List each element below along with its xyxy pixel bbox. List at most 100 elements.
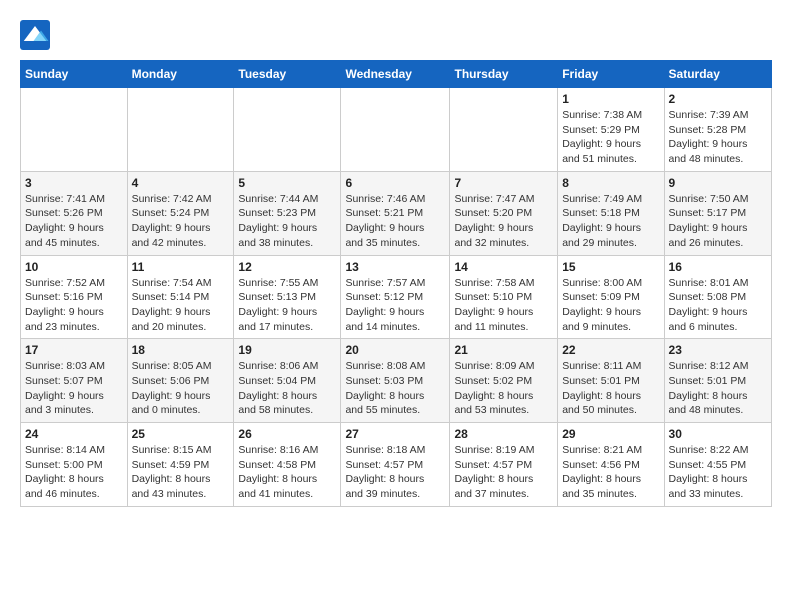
day-number: 19: [238, 343, 336, 357]
day-number: 8: [562, 176, 659, 190]
day-number: 28: [454, 427, 553, 441]
day-number: 20: [345, 343, 445, 357]
calendar-cell: 15 Sunrise: 8:00 AM Sunset: 5:09 PM Dayli…: [558, 255, 664, 339]
day-number: 16: [669, 260, 767, 274]
column-header-wednesday: Wednesday: [341, 61, 450, 88]
calendar-cell: [234, 88, 341, 172]
day-number: 4: [132, 176, 230, 190]
day-info: Sunrise: 8:08 AM Sunset: 5:03 PM Dayligh…: [345, 359, 445, 418]
day-info: Sunrise: 8:11 AM Sunset: 5:01 PM Dayligh…: [562, 359, 659, 418]
calendar-cell: [341, 88, 450, 172]
column-header-monday: Monday: [127, 61, 234, 88]
day-info: Sunrise: 8:18 AM Sunset: 4:57 PM Dayligh…: [345, 443, 445, 502]
column-header-saturday: Saturday: [664, 61, 771, 88]
day-info: Sunrise: 7:41 AM Sunset: 5:26 PM Dayligh…: [25, 192, 123, 251]
page-header: [20, 20, 772, 50]
calendar-cell: 14Sunrise: 7:58 AM Sunset: 5:10 PM Dayli…: [450, 255, 558, 339]
day-number: 9: [669, 176, 767, 190]
calendar-cell: 12 Sunrise: 7:55 AM Sunset: 5:13 PM Dayli…: [234, 255, 341, 339]
day-info: Sunrise: 7:47 AM Sunset: 5:20 PM Dayligh…: [454, 192, 553, 251]
calendar-cell: 19 Sunrise: 8:06 AM Sunset: 5:04 PM Dayli…: [234, 339, 341, 423]
column-header-thursday: Thursday: [450, 61, 558, 88]
day-info: Sunrise: 7:50 AM Sunset: 5:17 PM Dayligh…: [669, 192, 767, 251]
day-info: Sunrise: 7:54 AM Sunset: 5:14 PM Dayligh…: [132, 276, 230, 335]
day-number: 1: [562, 92, 659, 106]
calendar-cell: 22 Sunrise: 8:11 AM Sunset: 5:01 PM Dayli…: [558, 339, 664, 423]
calendar-cell: 30 Sunrise: 8:22 AM Sunset: 4:55 PM Dayli…: [664, 423, 771, 507]
calendar-cell: 5 Sunrise: 7:44 AM Sunset: 5:23 PM Daylig…: [234, 171, 341, 255]
calendar-cell: [21, 88, 128, 172]
day-number: 2: [669, 92, 767, 106]
day-info: Sunrise: 8:06 AM Sunset: 5:04 PM Dayligh…: [238, 359, 336, 418]
column-header-friday: Friday: [558, 61, 664, 88]
calendar-cell: 24Sunrise: 8:14 AM Sunset: 5:00 PM Dayli…: [21, 423, 128, 507]
day-number: 30: [669, 427, 767, 441]
calendar-cell: 6 Sunrise: 7:46 AM Sunset: 5:21 PM Daylig…: [341, 171, 450, 255]
day-info: Sunrise: 8:03 AM Sunset: 5:07 PM Dayligh…: [25, 359, 123, 418]
day-info: Sunrise: 7:55 AM Sunset: 5:13 PM Dayligh…: [238, 276, 336, 335]
column-header-tuesday: Tuesday: [234, 61, 341, 88]
day-number: 27: [345, 427, 445, 441]
calendar-cell: 20 Sunrise: 8:08 AM Sunset: 5:03 PM Dayli…: [341, 339, 450, 423]
logo-icon: [20, 20, 50, 50]
day-number: 17: [25, 343, 123, 357]
calendar-cell: 18 Sunrise: 8:05 AM Sunset: 5:06 PM Dayli…: [127, 339, 234, 423]
day-number: 15: [562, 260, 659, 274]
day-number: 14: [454, 260, 553, 274]
day-number: 26: [238, 427, 336, 441]
day-info: Sunrise: 8:05 AM Sunset: 5:06 PM Dayligh…: [132, 359, 230, 418]
day-info: Sunrise: 7:44 AM Sunset: 5:23 PM Dayligh…: [238, 192, 336, 251]
calendar-cell: 4 Sunrise: 7:42 AM Sunset: 5:24 PM Daylig…: [127, 171, 234, 255]
calendar-cell: 2 Sunrise: 7:39 AM Sunset: 5:28 PM Daylig…: [664, 88, 771, 172]
calendar-week-row: 24Sunrise: 8:14 AM Sunset: 5:00 PM Dayli…: [21, 423, 772, 507]
calendar-week-row: 10Sunrise: 7:52 AM Sunset: 5:16 PM Dayli…: [21, 255, 772, 339]
day-info: Sunrise: 8:15 AM Sunset: 4:59 PM Dayligh…: [132, 443, 230, 502]
calendar-cell: 11 Sunrise: 7:54 AM Sunset: 5:14 PM Dayli…: [127, 255, 234, 339]
day-info: Sunrise: 8:09 AM Sunset: 5:02 PM Dayligh…: [454, 359, 553, 418]
column-header-sunday: Sunday: [21, 61, 128, 88]
day-number: 13: [345, 260, 445, 274]
calendar-cell: 25 Sunrise: 8:15 AM Sunset: 4:59 PM Dayli…: [127, 423, 234, 507]
day-number: 21: [454, 343, 553, 357]
day-number: 5: [238, 176, 336, 190]
calendar-cell: 26 Sunrise: 8:16 AM Sunset: 4:58 PM Dayli…: [234, 423, 341, 507]
day-number: 22: [562, 343, 659, 357]
day-info: Sunrise: 8:00 AM Sunset: 5:09 PM Dayligh…: [562, 276, 659, 335]
day-info: Sunrise: 7:42 AM Sunset: 5:24 PM Dayligh…: [132, 192, 230, 251]
calendar-cell: 27 Sunrise: 8:18 AM Sunset: 4:57 PM Dayli…: [341, 423, 450, 507]
day-number: 10: [25, 260, 123, 274]
calendar-week-row: 3 Sunrise: 7:41 AM Sunset: 5:26 PM Daylig…: [21, 171, 772, 255]
calendar-week-row: 1 Sunrise: 7:38 AM Sunset: 5:29 PM Daylig…: [21, 88, 772, 172]
day-info: Sunrise: 7:57 AM Sunset: 5:12 PM Dayligh…: [345, 276, 445, 335]
day-info: Sunrise: 8:22 AM Sunset: 4:55 PM Dayligh…: [669, 443, 767, 502]
day-number: 25: [132, 427, 230, 441]
day-number: 12: [238, 260, 336, 274]
calendar-cell: 1 Sunrise: 7:38 AM Sunset: 5:29 PM Daylig…: [558, 88, 664, 172]
calendar-cell: 29 Sunrise: 8:21 AM Sunset: 4:56 PM Dayli…: [558, 423, 664, 507]
calendar-cell: 17 Sunrise: 8:03 AM Sunset: 5:07 PM Dayli…: [21, 339, 128, 423]
logo: [20, 20, 54, 50]
day-number: 11: [132, 260, 230, 274]
day-number: 3: [25, 176, 123, 190]
day-info: Sunrise: 7:38 AM Sunset: 5:29 PM Dayligh…: [562, 108, 659, 167]
calendar-cell: 23Sunrise: 8:12 AM Sunset: 5:01 PM Dayli…: [664, 339, 771, 423]
calendar-week-row: 17 Sunrise: 8:03 AM Sunset: 5:07 PM Dayli…: [21, 339, 772, 423]
calendar-cell: 10Sunrise: 7:52 AM Sunset: 5:16 PM Dayli…: [21, 255, 128, 339]
day-info: Sunrise: 7:49 AM Sunset: 5:18 PM Dayligh…: [562, 192, 659, 251]
day-info: Sunrise: 7:39 AM Sunset: 5:28 PM Dayligh…: [669, 108, 767, 167]
day-info: Sunrise: 8:21 AM Sunset: 4:56 PM Dayligh…: [562, 443, 659, 502]
calendar-header-row: SundayMondayTuesdayWednesdayThursdayFrid…: [21, 61, 772, 88]
day-info: Sunrise: 8:16 AM Sunset: 4:58 PM Dayligh…: [238, 443, 336, 502]
day-number: 18: [132, 343, 230, 357]
calendar-cell: 16Sunrise: 8:01 AM Sunset: 5:08 PM Dayli…: [664, 255, 771, 339]
calendar-cell: 8 Sunrise: 7:49 AM Sunset: 5:18 PM Daylig…: [558, 171, 664, 255]
calendar-cell: 9 Sunrise: 7:50 AM Sunset: 5:17 PM Daylig…: [664, 171, 771, 255]
day-info: Sunrise: 8:19 AM Sunset: 4:57 PM Dayligh…: [454, 443, 553, 502]
day-info: Sunrise: 8:14 AM Sunset: 5:00 PM Dayligh…: [25, 443, 123, 502]
day-number: 6: [345, 176, 445, 190]
day-info: Sunrise: 7:46 AM Sunset: 5:21 PM Dayligh…: [345, 192, 445, 251]
calendar-cell: 21 Sunrise: 8:09 AM Sunset: 5:02 PM Dayli…: [450, 339, 558, 423]
day-number: 29: [562, 427, 659, 441]
calendar-table: SundayMondayTuesdayWednesdayThursdayFrid…: [20, 60, 772, 507]
calendar-cell: 3 Sunrise: 7:41 AM Sunset: 5:26 PM Daylig…: [21, 171, 128, 255]
